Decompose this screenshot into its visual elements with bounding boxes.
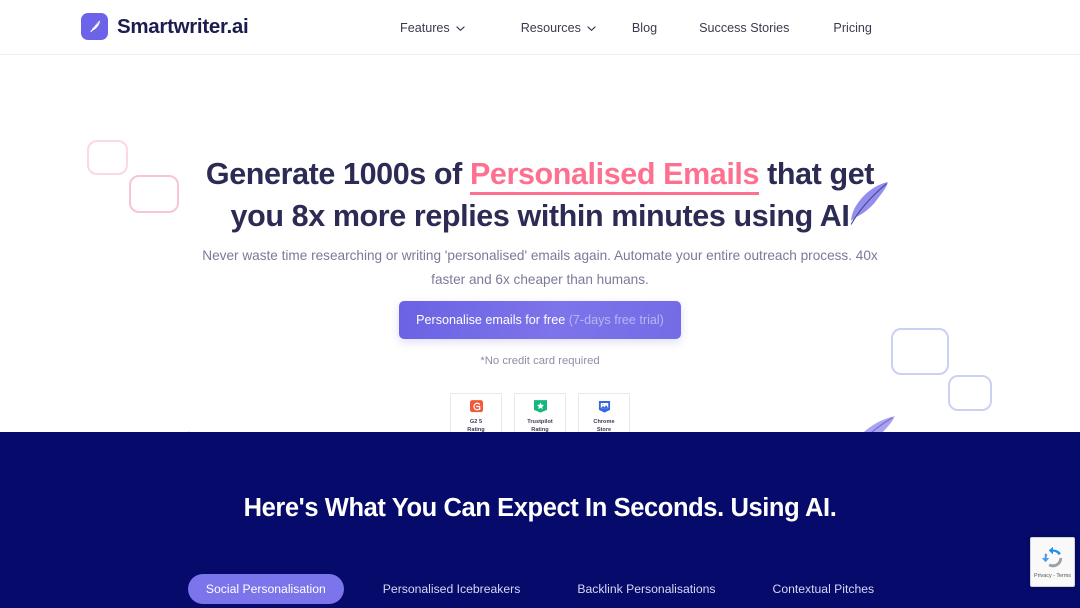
recaptcha-privacy-terms[interactable]: Privacy - Terms xyxy=(1034,573,1071,579)
headline-text-2: that get xyxy=(759,157,875,191)
nav-label: Pricing xyxy=(833,20,872,35)
headline-line-2: you 8x more replies within minutes using… xyxy=(230,199,850,233)
cta-main-label: Personalise emails for free xyxy=(416,313,566,327)
g2-badge[interactable]: G2 5 Rating ★ ★ ★ ★ ★ 2022 xyxy=(450,393,502,432)
nav-label: Success Stories xyxy=(699,20,790,35)
feather-quill-icon xyxy=(81,13,108,40)
hero-headline: Generate 1000s of Personalised Emails th… xyxy=(0,153,1080,237)
brand-name: Smartwriter.ai xyxy=(117,14,249,38)
nav-label: Features xyxy=(400,20,450,35)
main-navigation: Features Resources Blog Success Stories xyxy=(400,0,872,55)
trustpilot-badge[interactable]: Trustpilot Rating ★ ★ ★ ★ ★ 2022 xyxy=(514,393,566,432)
chrome-store-icon xyxy=(597,399,611,415)
section-title: Here's What You Can Expect In Seconds. U… xyxy=(243,494,837,522)
site-header: Smartwriter.ai Features Resources Blog S… xyxy=(0,0,1080,55)
tab-backlink-personalisations[interactable]: Backlink Personalisations xyxy=(559,574,733,604)
nav-label: Resources xyxy=(520,20,581,35)
badge-title-line1: G2 5 xyxy=(469,419,483,425)
rating-badges: G2 5 Rating ★ ★ ★ ★ ★ 2022 Trustpilot Ra… xyxy=(0,393,1080,432)
page-root: Smartwriter.ai Features Resources Blog S… xyxy=(0,0,1080,608)
nav-item-resources[interactable]: Resources xyxy=(521,15,596,41)
nav-item-blog[interactable]: Blog xyxy=(632,15,657,41)
badge-title-line1: Chrome xyxy=(593,419,615,425)
cta-sub-label: (7-days free trial) xyxy=(565,313,664,327)
nav-label: Blog xyxy=(631,20,658,35)
no-credit-card-note: *No credit card required xyxy=(480,355,600,367)
nav-item-success-stories[interactable]: Success Stories xyxy=(699,15,789,41)
tab-contextual-pitches[interactable]: Contextual Pitches xyxy=(755,574,893,604)
tab-personalised-icebreakers[interactable]: Personalised Icebreakers xyxy=(365,574,539,604)
chrome-store-badge[interactable]: Chrome Store ★ ★ ★ ★ ★ 2022 xyxy=(578,393,630,432)
g2-logo-icon xyxy=(469,399,483,415)
brand-logo-link[interactable]: Smartwriter.ai xyxy=(81,13,249,40)
recaptcha-badge[interactable]: Privacy - Terms xyxy=(1030,537,1075,587)
headline-text-1: Generate 1000s of xyxy=(205,157,470,191)
chevron-down-icon xyxy=(587,24,596,33)
badge-title: G2 5 Rating xyxy=(467,418,484,432)
hero-section: Generate 1000s of Personalised Emails th… xyxy=(0,55,1080,432)
badge-title-line1: Trustpilot xyxy=(527,419,553,425)
expectations-section: Here's What You Can Expect In Seconds. U… xyxy=(0,432,1080,608)
tab-social-personalisation[interactable]: Social Personalisation xyxy=(187,574,344,604)
nav-item-features[interactable]: Features xyxy=(400,15,465,41)
recaptcha-icon xyxy=(1041,546,1065,570)
badge-title: Trustpilot Rating xyxy=(527,418,552,432)
badge-title: Chrome Store xyxy=(593,418,614,432)
hero-cta-container: Personalise emails for free (7-days free… xyxy=(0,301,1080,339)
chevron-down-icon xyxy=(456,24,465,33)
headline-highlight: Personalised Emails xyxy=(469,157,759,195)
subheadline-line-1: Never waste time researching or writing … xyxy=(202,248,797,263)
hero-subheadline: Never waste time researching or writing … xyxy=(190,244,890,292)
trustpilot-star-icon xyxy=(533,399,547,415)
nav-item-pricing[interactable]: Pricing xyxy=(833,15,872,41)
personalise-emails-button[interactable]: Personalise emails for free (7-days free… xyxy=(399,301,681,339)
feature-tabs: Social Personalisation Personalised Iceb… xyxy=(0,574,1080,604)
